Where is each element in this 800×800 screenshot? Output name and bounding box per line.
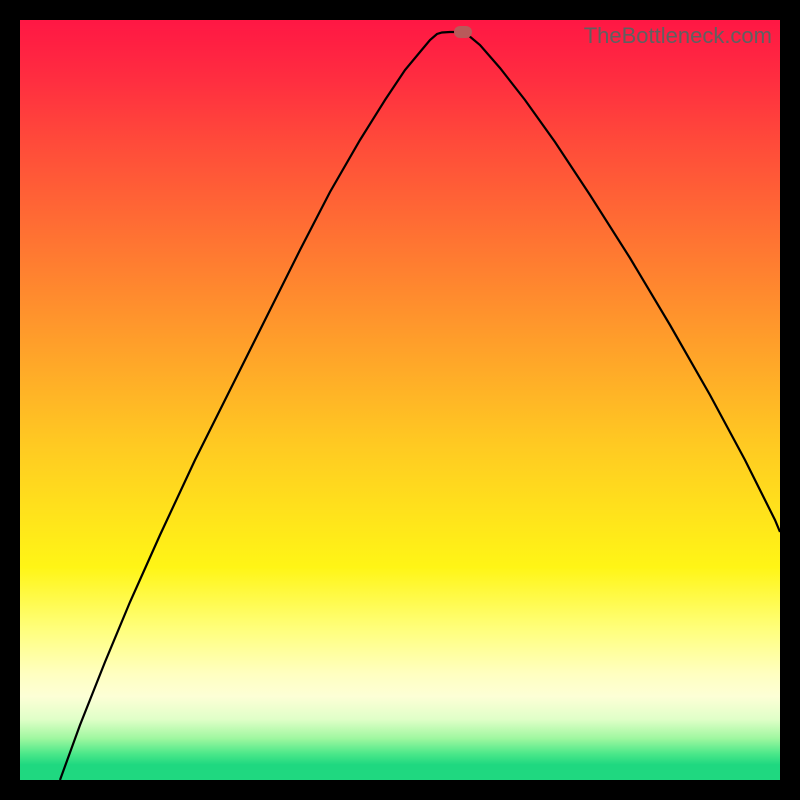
curve-left: [60, 32, 463, 780]
chart-container: TheBottleneck.com: [0, 0, 800, 800]
marker-point: [454, 26, 472, 38]
curve-svg: [20, 20, 780, 780]
curve-right: [463, 32, 780, 532]
plot-area: TheBottleneck.com: [20, 20, 780, 780]
